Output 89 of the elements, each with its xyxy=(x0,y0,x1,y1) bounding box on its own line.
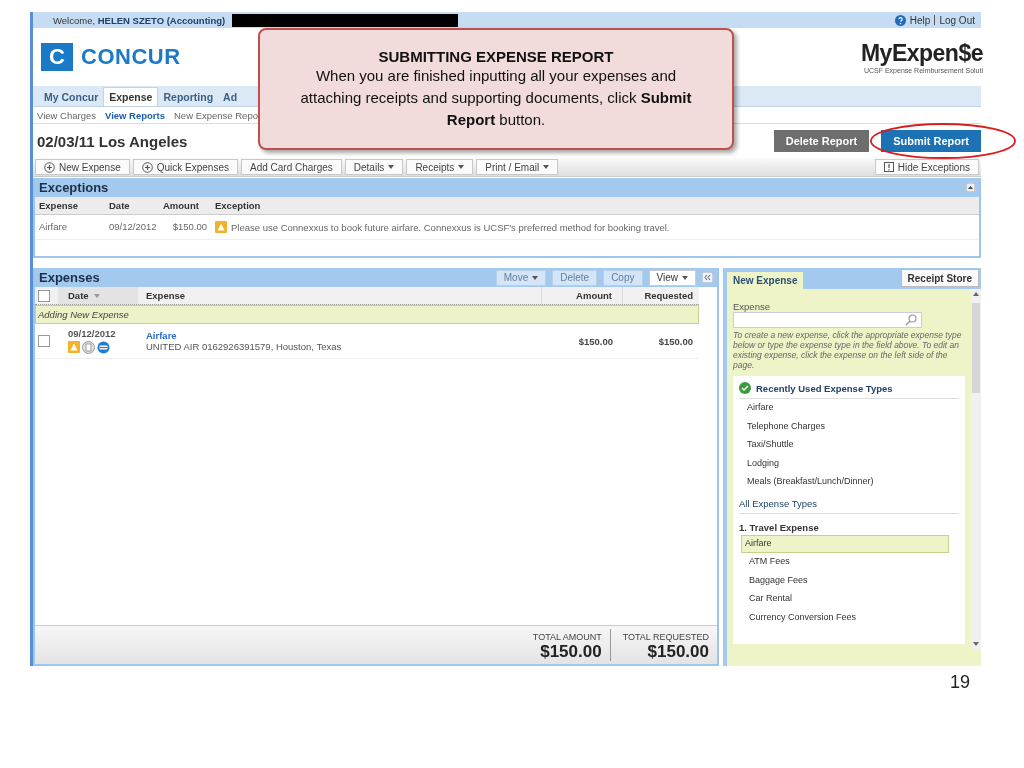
expense-type-item[interactable]: Airfare xyxy=(741,534,949,553)
credit-card-icon xyxy=(97,341,110,354)
expense-type-item[interactable]: Lodging xyxy=(739,454,959,473)
expense-type-item[interactable]: Telephone Charges xyxy=(739,417,959,436)
panel-title: Expenses xyxy=(39,270,100,285)
category-title: 1. Travel Expense xyxy=(739,520,820,535)
expense-search-field[interactable] xyxy=(733,312,922,328)
receipt-store-button[interactable]: Receipt Store xyxy=(900,269,979,287)
plus-circle-icon xyxy=(44,161,55,173)
row-checkbox[interactable] xyxy=(38,335,50,347)
check-circle-icon xyxy=(739,382,751,394)
caret-icon xyxy=(388,165,395,169)
column-header: Expense xyxy=(145,289,187,303)
field-label: Expense xyxy=(733,301,771,312)
subnav-link[interactable]: New Expense Repo xyxy=(174,109,258,121)
collapse-icon[interactable] xyxy=(702,272,713,283)
expense-type-item[interactable]: Baggage Fees xyxy=(741,571,959,590)
toolbar-button[interactable]: New Expense xyxy=(35,159,130,175)
expense-type-item[interactable]: Currency Conversion Fees xyxy=(741,608,959,627)
caret-icon xyxy=(543,165,550,169)
toolbar-button[interactable]: Add Card Charges xyxy=(240,159,342,175)
submit-button[interactable]: Submit Report xyxy=(881,130,981,152)
document-icon xyxy=(82,341,95,354)
header-link[interactable]: Log Out xyxy=(939,14,975,26)
help-icon xyxy=(894,14,906,26)
table-cell: Airfare xyxy=(35,215,105,240)
slide-number: 19 xyxy=(950,672,971,693)
select-all-checkbox[interactable] xyxy=(38,289,50,302)
total-value: $150.00 xyxy=(539,642,602,662)
header-link[interactable]: Help xyxy=(909,14,931,26)
table-cell-text: 09/12/2012 xyxy=(68,328,117,339)
column-header: Expense xyxy=(35,197,105,215)
total-value: $150.00 xyxy=(646,642,709,662)
warning-icon xyxy=(68,341,80,353)
scroll-up-icon xyxy=(966,183,975,192)
warning-icon xyxy=(215,221,227,233)
hide-exceptions-button[interactable]: Hide Exceptions xyxy=(874,159,979,175)
welcome-text: Welcome, HELEN SZETO (Accounting) xyxy=(53,14,226,26)
toolbar-button[interactable]: Details xyxy=(344,159,404,175)
subnav-link[interactable]: View Charges xyxy=(37,109,96,121)
nav-tab[interactable]: My Concur xyxy=(39,88,104,106)
expense-link[interactable]: Airfare xyxy=(146,330,543,341)
group-row: Adding New Expense xyxy=(35,305,699,324)
panel-title: Exceptions xyxy=(39,180,109,195)
table-cell-text: $150.00 xyxy=(577,335,614,347)
section-title: All Expense Types xyxy=(739,491,959,514)
search-icon xyxy=(905,314,917,326)
expense-type-item[interactable]: Airfare xyxy=(739,399,959,418)
total-label: TOTAL REQUESTED xyxy=(622,632,709,642)
logo-mark: C xyxy=(41,43,73,71)
table-cell-text: $150.00 xyxy=(657,335,694,347)
caret-icon xyxy=(532,275,539,280)
subnav-link[interactable]: View Reports xyxy=(104,109,165,121)
column-header: Date xyxy=(105,197,159,215)
column-header: Requested xyxy=(622,287,699,304)
nav-tab[interactable]: Reporting xyxy=(158,88,219,106)
expense-type-item[interactable]: Taxi/Shuttle xyxy=(739,436,959,455)
delete-button[interactable]: Delete Report xyxy=(773,130,870,152)
column-header[interactable]: Date xyxy=(58,287,138,304)
table-cell-text: UNITED AIR 0162926391579, Houston, Texas xyxy=(146,341,343,352)
nav-tab[interactable]: Ad xyxy=(218,88,243,106)
column-header: Amount xyxy=(541,287,622,304)
table-cell: 09/12/2012 xyxy=(105,215,159,240)
total-label: TOTAL AMOUNT xyxy=(532,632,602,642)
callout-text: When you are finished inputting all your expenses and attaching receipts and supporting documents, click Submit Report button. xyxy=(299,66,693,130)
toolbar-button[interactable]: Receipts xyxy=(406,159,474,175)
toolbar-button[interactable]: Print / Email xyxy=(476,159,559,175)
report-title: 02/03/11 Los Angeles xyxy=(37,132,188,150)
logo-text: CONCUR xyxy=(81,44,181,70)
caret-icon xyxy=(682,275,688,280)
column-header: Amount xyxy=(159,197,211,215)
panel-tab[interactable]: New Expense xyxy=(727,272,804,289)
nav-tab[interactable]: Expense xyxy=(103,87,159,106)
brand-logo: MyExpen$e xyxy=(859,40,983,67)
exception-message: Please use Connexxus to book future airfare. Connexxus is UCSF's preferred method for booking travel. xyxy=(231,221,670,233)
hint-text: To create a new expense, click the appropriate expense type below or type the expense type in the field above. To edit an existing expense, click the expense on the left side of the page. xyxy=(733,330,963,370)
toolbar-button[interactable]: Quick Expenses xyxy=(132,159,238,175)
expense-type-item[interactable]: Meals (Breakfast/Lunch/Dinner) xyxy=(739,473,959,492)
sort-caret-icon xyxy=(93,293,100,298)
column-header: Exception xyxy=(211,197,979,215)
section-title: Recently Used Expense Types xyxy=(756,382,893,394)
table-cell: $150.00 xyxy=(159,215,211,240)
callout-title: SUBMITTING EXPENSE REPORT xyxy=(377,48,615,65)
expense-type-item[interactable]: Car Rental xyxy=(741,590,959,609)
expense-action-button[interactable]: View xyxy=(648,269,696,286)
expense-type-item[interactable]: ATM Fees xyxy=(741,553,959,572)
exclamation-icon xyxy=(883,162,894,172)
caret-icon xyxy=(458,165,465,169)
plus-circle-icon xyxy=(141,161,153,173)
